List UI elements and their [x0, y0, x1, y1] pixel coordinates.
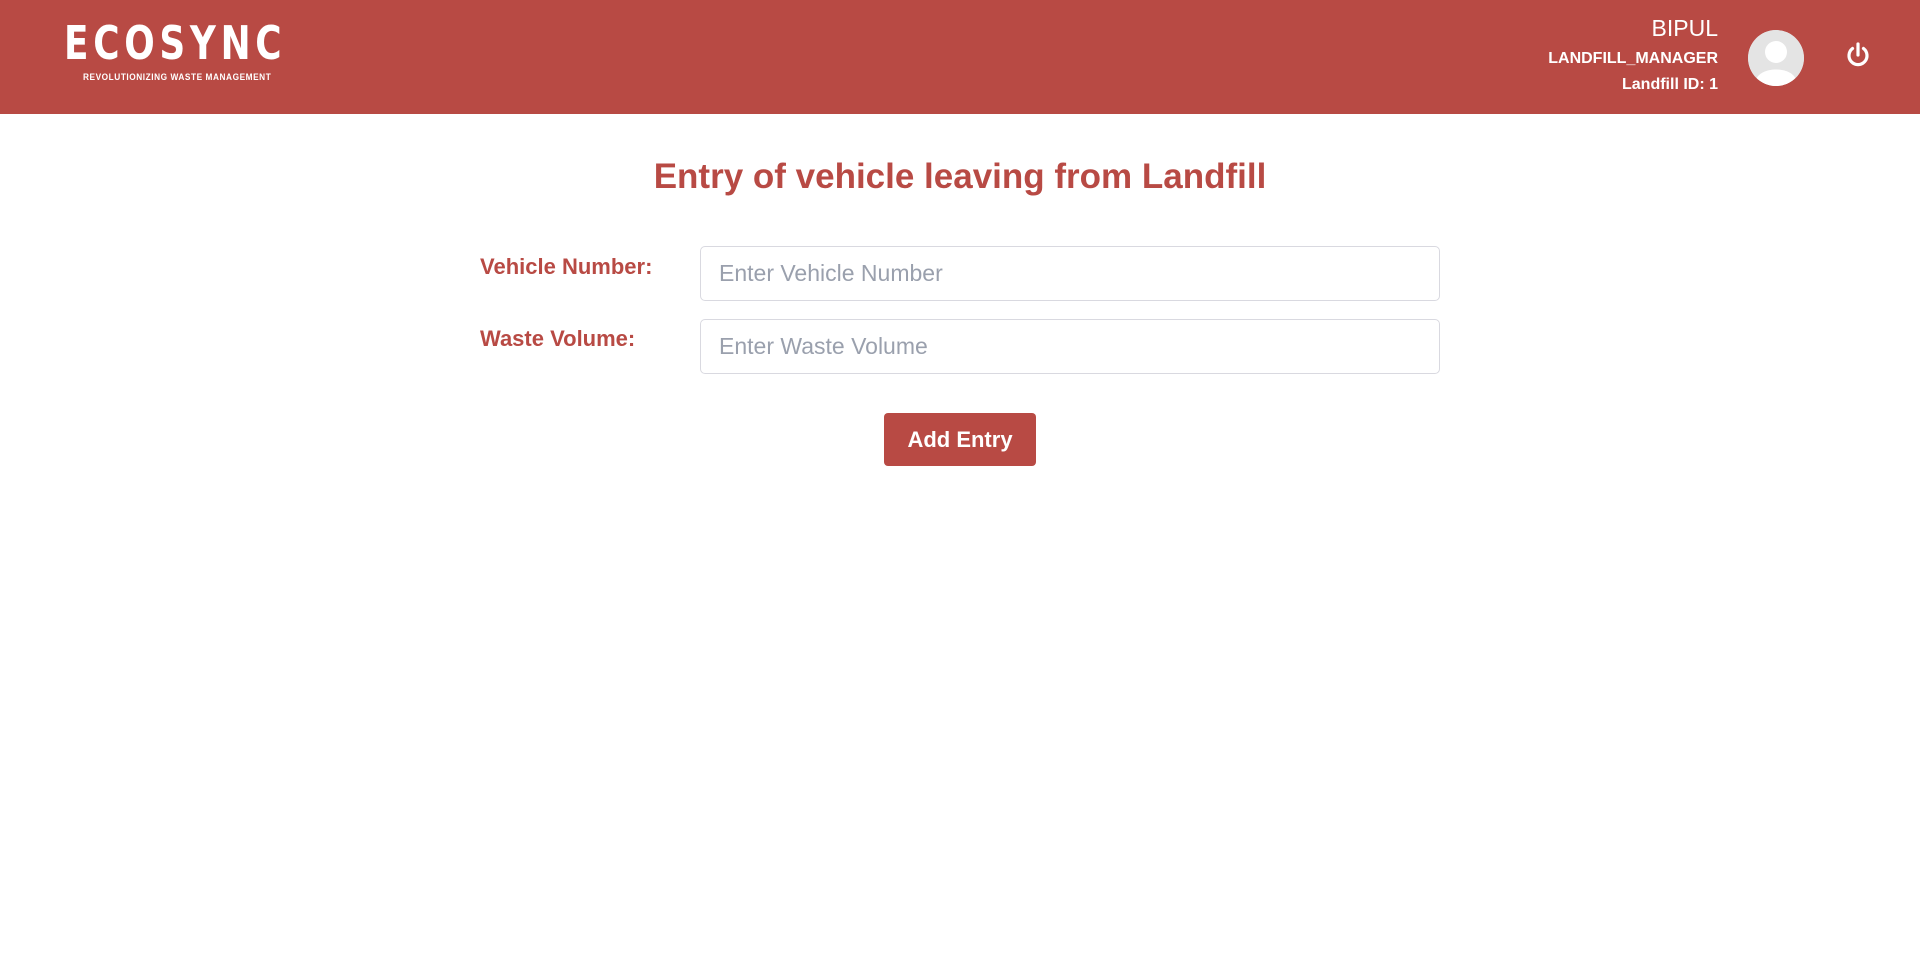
vehicle-number-label: Vehicle Number: [480, 254, 653, 279]
waste-volume-input[interactable] [700, 319, 1440, 374]
top-header: ECOSYNC REVOLUTIONIZING WASTE MANAGEMENT… [0, 0, 1920, 114]
waste-volume-label: Waste Volume: [480, 326, 636, 351]
user-info: BIPUL LANDFILL_MANAGER Landfill ID: 1 [1548, 14, 1718, 96]
logo-wordmark: ECOSYNC [64, 16, 287, 70]
user-role: LANDFILL_MANAGER [1548, 50, 1718, 67]
power-icon[interactable] [1843, 40, 1873, 70]
vehicle-number-input[interactable] [700, 246, 1440, 301]
add-entry-button[interactable]: Add Entry [884, 413, 1036, 466]
user-name: BIPUL [1651, 15, 1718, 41]
user-avatar-icon[interactable] [1748, 30, 1804, 86]
page-title: Entry of vehicle leaving from Landfill [653, 157, 1267, 196]
landfill-id: Landfill ID: 1 [1622, 76, 1718, 93]
logo-tagline: REVOLUTIONIZING WASTE MANAGEMENT [83, 72, 272, 82]
ecosync-logo[interactable]: ECOSYNC REVOLUTIONIZING WASTE MANAGEMENT [64, 16, 287, 87]
